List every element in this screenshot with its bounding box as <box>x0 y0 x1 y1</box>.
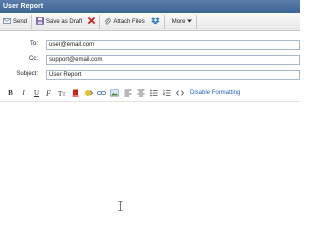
dropbox-button[interactable] <box>148 13 163 31</box>
svg-text:F: F <box>46 89 51 97</box>
link-button[interactable] <box>96 88 107 99</box>
more-menu-button[interactable]: More <box>166 13 196 31</box>
discard-button[interactable] <box>85 13 98 31</box>
numbered-list-icon <box>162 89 170 96</box>
text-color-icon <box>72 89 79 97</box>
discard-x-icon <box>88 17 96 26</box>
highlight-button[interactable] <box>83 88 94 99</box>
send-label: Send <box>13 18 28 25</box>
window-title: User Report <box>0 0 300 13</box>
highlight-icon <box>85 90 93 96</box>
toolbar-divider <box>163 14 165 29</box>
bulleted-list-icon <box>149 89 157 97</box>
to-row: To: user@email.com <box>0 40 300 51</box>
italic-button[interactable]: I <box>18 88 29 99</box>
paperclip-icon <box>104 17 112 27</box>
align-left-icon <box>124 89 131 97</box>
save-as-draft-button[interactable]: Save as Draft <box>33 13 85 31</box>
font-button[interactable]: F <box>44 88 55 99</box>
dropbox-icon <box>150 17 160 27</box>
attach-files-button[interactable]: Attach Files <box>101 13 147 31</box>
svg-text:T: T <box>63 93 66 97</box>
align-center-button[interactable] <box>135 88 146 99</box>
formatting-toolbar: B I U F TT Disable Formatting <box>0 86 300 100</box>
bold-button[interactable]: B <box>5 88 16 99</box>
toolbar-divider <box>31 14 33 29</box>
font-icon: F <box>46 89 51 97</box>
cc-label: Cc: <box>29 56 38 62</box>
source-code-icon <box>175 90 184 96</box>
image-button[interactable] <box>109 88 120 99</box>
toolbar-divider <box>196 14 198 29</box>
toolbar-divider <box>99 14 101 29</box>
disable-formatting-link[interactable]: Disable Formatting <box>190 90 240 96</box>
font-size-icon: TT <box>58 90 66 97</box>
text-color-button[interactable] <box>70 88 81 99</box>
cc-row: Cc: support@email.com <box>0 55 300 66</box>
source-code-button[interactable] <box>174 88 185 99</box>
chevron-down-icon <box>187 18 193 25</box>
text-cursor-icon <box>118 201 123 213</box>
floppy-disk-icon <box>36 16 44 27</box>
font-size-button[interactable]: TT <box>57 88 68 99</box>
address-fields: To: user@email.com Cc: support@email.com… <box>0 31 300 85</box>
message-body-editor[interactable] <box>0 101 300 245</box>
to-label: To: <box>29 41 38 47</box>
send-icon <box>3 17 11 27</box>
align-center-icon <box>137 89 144 97</box>
attach-files-label: Attach Files <box>113 18 145 25</box>
underline-button[interactable]: U <box>31 88 42 99</box>
align-left-button[interactable] <box>122 88 133 99</box>
cc-field[interactable]: support@email.com <box>46 55 300 65</box>
subject-row: Subject: User Report <box>0 70 300 81</box>
to-field[interactable]: user@email.com <box>46 40 300 50</box>
save-as-draft-label: Save as Draft <box>46 18 83 25</box>
numbered-list-button[interactable] <box>161 88 172 99</box>
more-label: More <box>171 18 186 25</box>
subject-label: Subject: <box>16 71 38 77</box>
subject-field[interactable]: User Report <box>46 70 300 80</box>
image-icon <box>110 89 119 97</box>
compose-toolbar: Send Save as Draft Attach Files More <box>0 13 300 31</box>
bulleted-list-button[interactable] <box>148 88 159 99</box>
send-button[interactable]: Send <box>0 13 30 31</box>
link-icon <box>97 91 106 95</box>
